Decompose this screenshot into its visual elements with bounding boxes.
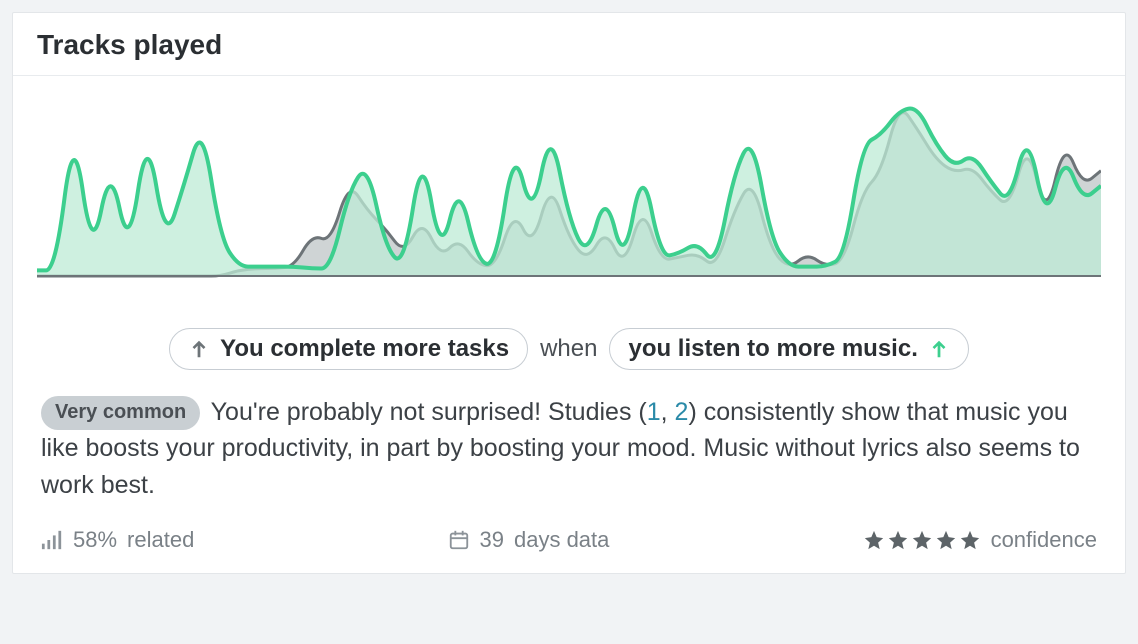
desc-sep: , xyxy=(661,398,675,426)
pill-b-label: you listen to more music. xyxy=(628,335,917,363)
confidence-label: confidence xyxy=(991,527,1097,553)
star-icon xyxy=(863,529,885,551)
days-label: days data xyxy=(514,527,609,553)
bars-icon xyxy=(41,529,63,551)
related-label: related xyxy=(127,527,194,553)
reference-link-2[interactable]: 2 xyxy=(675,398,689,426)
insight-pill-b[interactable]: you listen to more music. xyxy=(609,328,968,370)
insight-card: Tracks played You complete more tasks wh… xyxy=(12,12,1126,574)
insight-description: Very common You're probably not surprise… xyxy=(13,388,1125,513)
reference-link-1[interactable]: 1 xyxy=(647,398,661,426)
star-icon xyxy=(959,529,981,551)
star-icon xyxy=(935,529,957,551)
confidence-stars xyxy=(863,529,981,551)
arrow-up-icon xyxy=(188,338,210,360)
days-value: 39 xyxy=(480,527,504,553)
desc-before: You're probably not surprised! Studies ( xyxy=(211,398,647,426)
card-footer: 58% related 39 days data confidence xyxy=(13,513,1125,573)
card-title: Tracks played xyxy=(37,29,1101,61)
confidence-stat: confidence xyxy=(863,527,1097,553)
related-value: 58% xyxy=(73,527,117,553)
insight-summary: You complete more tasks when you listen … xyxy=(13,296,1125,388)
star-icon xyxy=(911,529,933,551)
arrow-up-icon xyxy=(928,338,950,360)
frequency-badge: Very common xyxy=(41,396,200,430)
days-stat: 39 days data xyxy=(448,527,610,553)
star-icon xyxy=(887,529,909,551)
chart xyxy=(13,76,1125,296)
pill-a-label: You complete more tasks xyxy=(220,335,509,363)
insight-connector: when xyxy=(540,335,597,363)
insight-pill-a[interactable]: You complete more tasks xyxy=(169,328,528,370)
related-stat: 58% related xyxy=(41,527,194,553)
calendar-icon xyxy=(448,529,470,551)
card-header: Tracks played xyxy=(13,13,1125,76)
